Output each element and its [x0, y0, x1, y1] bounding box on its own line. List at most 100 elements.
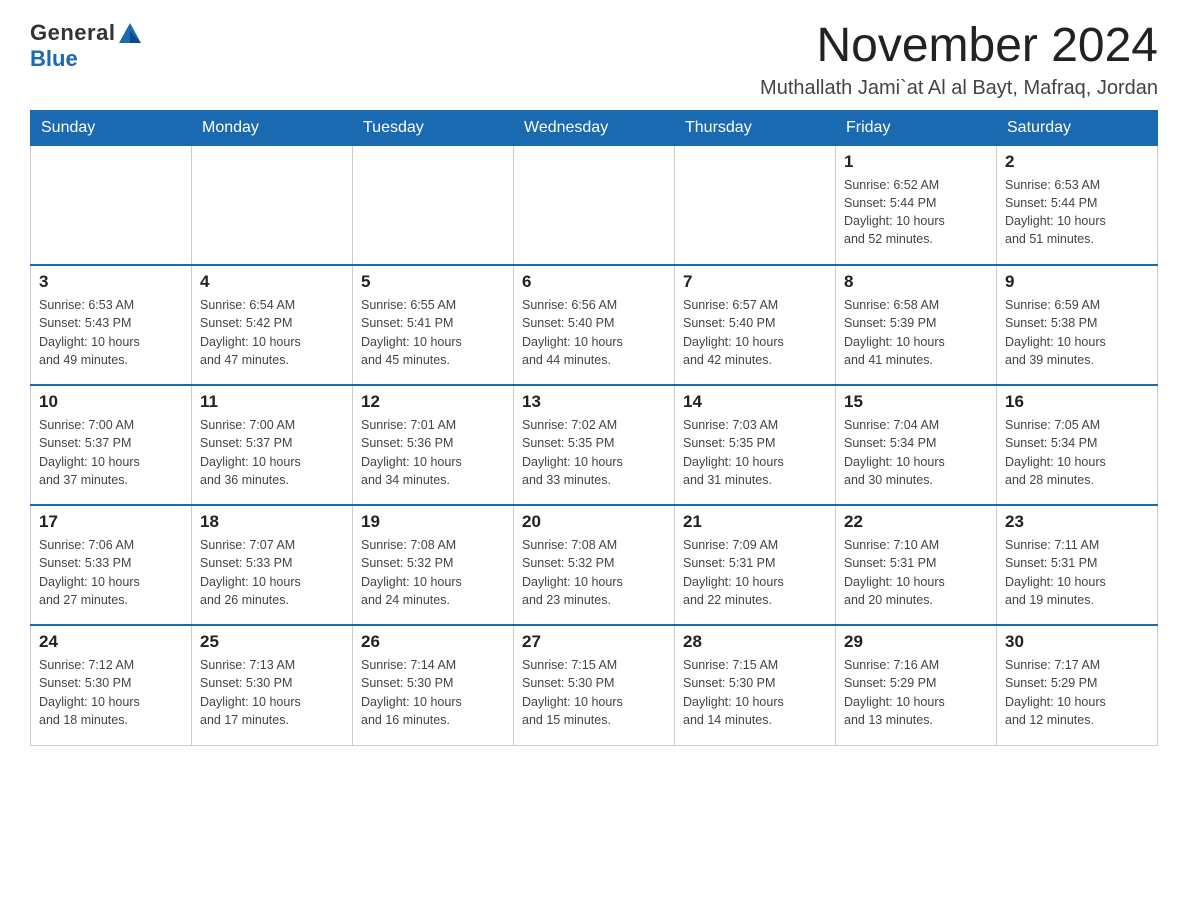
day-info: Sunrise: 7:15 AM Sunset: 5:30 PM Dayligh…: [683, 656, 827, 729]
day-info: Sunrise: 7:11 AM Sunset: 5:31 PM Dayligh…: [1005, 536, 1149, 609]
calendar-cell: 28 Sunrise: 7:15 AM Sunset: 5:30 PM Dayli…: [675, 625, 836, 745]
day-number: 12: [361, 392, 505, 412]
day-number: 15: [844, 392, 988, 412]
header-day-monday: Monday: [192, 110, 353, 145]
header-day-wednesday: Wednesday: [514, 110, 675, 145]
day-info: Sunrise: 7:08 AM Sunset: 5:32 PM Dayligh…: [522, 536, 666, 609]
logo-blue-text: Blue: [30, 46, 78, 72]
calendar-cell: 11 Sunrise: 7:00 AM Sunset: 5:37 PM Dayli…: [192, 385, 353, 505]
day-info: Sunrise: 7:08 AM Sunset: 5:32 PM Dayligh…: [361, 536, 505, 609]
day-number: 10: [39, 392, 183, 412]
calendar-cell: 2 Sunrise: 6:53 AM Sunset: 5:44 PM Daylig…: [997, 145, 1158, 265]
calendar-cell: [514, 145, 675, 265]
day-info: Sunrise: 7:10 AM Sunset: 5:31 PM Dayligh…: [844, 536, 988, 609]
day-info: Sunrise: 7:14 AM Sunset: 5:30 PM Dayligh…: [361, 656, 505, 729]
header-day-thursday: Thursday: [675, 110, 836, 145]
day-info: Sunrise: 7:17 AM Sunset: 5:29 PM Dayligh…: [1005, 656, 1149, 729]
day-number: 8: [844, 272, 988, 292]
day-number: 22: [844, 512, 988, 532]
header-day-sunday: Sunday: [31, 110, 192, 145]
header: General Blue November 2024 Muthallath Ja…: [30, 20, 1158, 100]
day-info: Sunrise: 7:09 AM Sunset: 5:31 PM Dayligh…: [683, 536, 827, 609]
calendar-week-row: 17 Sunrise: 7:06 AM Sunset: 5:33 PM Dayli…: [31, 505, 1158, 625]
calendar-cell: 13 Sunrise: 7:02 AM Sunset: 5:35 PM Dayli…: [514, 385, 675, 505]
day-info: Sunrise: 7:03 AM Sunset: 5:35 PM Dayligh…: [683, 416, 827, 489]
day-number: 25: [200, 632, 344, 652]
calendar-cell: 5 Sunrise: 6:55 AM Sunset: 5:41 PM Daylig…: [353, 265, 514, 385]
day-number: 17: [39, 512, 183, 532]
calendar-week-row: 24 Sunrise: 7:12 AM Sunset: 5:30 PM Dayli…: [31, 625, 1158, 745]
day-number: 7: [683, 272, 827, 292]
day-info: Sunrise: 7:00 AM Sunset: 5:37 PM Dayligh…: [200, 416, 344, 489]
calendar-cell: [192, 145, 353, 265]
day-info: Sunrise: 7:05 AM Sunset: 5:34 PM Dayligh…: [1005, 416, 1149, 489]
day-info: Sunrise: 7:16 AM Sunset: 5:29 PM Dayligh…: [844, 656, 988, 729]
calendar-cell: 26Sunrise: 7:14 AM Sunset: 5:30 PM Dayli…: [353, 625, 514, 745]
day-number: 23: [1005, 512, 1149, 532]
header-day-friday: Friday: [836, 110, 997, 145]
calendar-cell: [353, 145, 514, 265]
calendar-cell: [31, 145, 192, 265]
day-number: 1: [844, 152, 988, 172]
calendar-cell: 6Sunrise: 6:56 AM Sunset: 5:40 PM Daylig…: [514, 265, 675, 385]
day-number: 13: [522, 392, 666, 412]
day-number: 21: [683, 512, 827, 532]
day-number: 20: [522, 512, 666, 532]
calendar-cell: 21 Sunrise: 7:09 AM Sunset: 5:31 PM Dayli…: [675, 505, 836, 625]
calendar-cell: 29 Sunrise: 7:16 AM Sunset: 5:29 PM Dayli…: [836, 625, 997, 745]
calendar-cell: [675, 145, 836, 265]
day-info: Sunrise: 6:53 AM Sunset: 5:43 PM Dayligh…: [39, 296, 183, 369]
month-title: November 2024: [760, 20, 1158, 73]
calendar-cell: 14Sunrise: 7:03 AM Sunset: 5:35 PM Dayli…: [675, 385, 836, 505]
day-info: Sunrise: 7:06 AM Sunset: 5:33 PM Dayligh…: [39, 536, 183, 609]
day-info: Sunrise: 7:07 AM Sunset: 5:33 PM Dayligh…: [200, 536, 344, 609]
day-number: 24: [39, 632, 183, 652]
header-day-saturday: Saturday: [997, 110, 1158, 145]
day-number: 3: [39, 272, 183, 292]
calendar-cell: 10 Sunrise: 7:00 AM Sunset: 5:37 PM Dayli…: [31, 385, 192, 505]
calendar-table: SundayMondayTuesdayWednesdayThursdayFrid…: [30, 110, 1158, 746]
calendar-cell: 12Sunrise: 7:01 AM Sunset: 5:36 PM Dayli…: [353, 385, 514, 505]
calendar-cell: 3 Sunrise: 6:53 AM Sunset: 5:43 PM Daylig…: [31, 265, 192, 385]
day-number: 19: [361, 512, 505, 532]
calendar-cell: 16Sunrise: 7:05 AM Sunset: 5:34 PM Dayli…: [997, 385, 1158, 505]
calendar-cell: 15 Sunrise: 7:04 AM Sunset: 5:34 PM Dayli…: [836, 385, 997, 505]
calendar-cell: 8 Sunrise: 6:58 AM Sunset: 5:39 PM Daylig…: [836, 265, 997, 385]
day-info: Sunrise: 7:13 AM Sunset: 5:30 PM Dayligh…: [200, 656, 344, 729]
header-day-tuesday: Tuesday: [353, 110, 514, 145]
day-number: 28: [683, 632, 827, 652]
day-number: 2: [1005, 152, 1149, 172]
day-info: Sunrise: 6:55 AM Sunset: 5:41 PM Dayligh…: [361, 296, 505, 369]
calendar-cell: 7 Sunrise: 6:57 AM Sunset: 5:40 PM Daylig…: [675, 265, 836, 385]
calendar-week-row: 3 Sunrise: 6:53 AM Sunset: 5:43 PM Daylig…: [31, 265, 1158, 385]
calendar-cell: 4 Sunrise: 6:54 AM Sunset: 5:42 PM Daylig…: [192, 265, 353, 385]
logo: General Blue: [30, 20, 141, 72]
day-number: 5: [361, 272, 505, 292]
logo-triangle-icon: [119, 23, 141, 43]
day-number: 11: [200, 392, 344, 412]
day-number: 4: [200, 272, 344, 292]
day-info: Sunrise: 7:02 AM Sunset: 5:35 PM Dayligh…: [522, 416, 666, 489]
day-number: 29: [844, 632, 988, 652]
calendar-cell: 25 Sunrise: 7:13 AM Sunset: 5:30 PM Dayli…: [192, 625, 353, 745]
calendar-cell: 1Sunrise: 6:52 AM Sunset: 5:44 PM Daylig…: [836, 145, 997, 265]
calendar-cell: 24 Sunrise: 7:12 AM Sunset: 5:30 PM Dayli…: [31, 625, 192, 745]
day-info: Sunrise: 7:15 AM Sunset: 5:30 PM Dayligh…: [522, 656, 666, 729]
day-info: Sunrise: 7:12 AM Sunset: 5:30 PM Dayligh…: [39, 656, 183, 729]
day-number: 30: [1005, 632, 1149, 652]
day-info: Sunrise: 6:54 AM Sunset: 5:42 PM Dayligh…: [200, 296, 344, 369]
calendar-cell: 19 Sunrise: 7:08 AM Sunset: 5:32 PM Dayli…: [353, 505, 514, 625]
location-title: Muthallath Jami`at Al al Bayt, Mafraq, J…: [760, 77, 1158, 100]
day-info: Sunrise: 6:58 AM Sunset: 5:39 PM Dayligh…: [844, 296, 988, 369]
day-info: Sunrise: 6:56 AM Sunset: 5:40 PM Dayligh…: [522, 296, 666, 369]
calendar-cell: 18Sunrise: 7:07 AM Sunset: 5:33 PM Dayli…: [192, 505, 353, 625]
day-info: Sunrise: 7:04 AM Sunset: 5:34 PM Dayligh…: [844, 416, 988, 489]
day-info: Sunrise: 6:57 AM Sunset: 5:40 PM Dayligh…: [683, 296, 827, 369]
logo-general-text: General: [30, 20, 115, 46]
day-info: Sunrise: 7:00 AM Sunset: 5:37 PM Dayligh…: [39, 416, 183, 489]
calendar-cell: 27 Sunrise: 7:15 AM Sunset: 5:30 PM Dayli…: [514, 625, 675, 745]
calendar-cell: 20 Sunrise: 7:08 AM Sunset: 5:32 PM Dayli…: [514, 505, 675, 625]
day-info: Sunrise: 6:53 AM Sunset: 5:44 PM Dayligh…: [1005, 176, 1149, 249]
day-number: 27: [522, 632, 666, 652]
day-number: 9: [1005, 272, 1149, 292]
